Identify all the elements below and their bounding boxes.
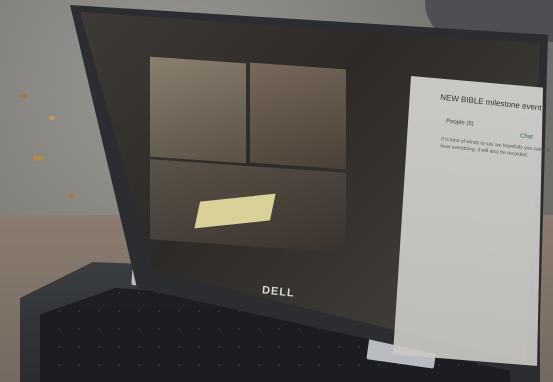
meeting-side-panel <box>393 76 543 366</box>
video-tile-participant-2 <box>250 62 346 170</box>
video-tile-participant-1 <box>150 56 246 164</box>
chat-tab[interactable]: Chat <box>520 133 533 140</box>
photo-scene: NEW BIBLE milestone event People (5) Cha… <box>0 0 553 382</box>
